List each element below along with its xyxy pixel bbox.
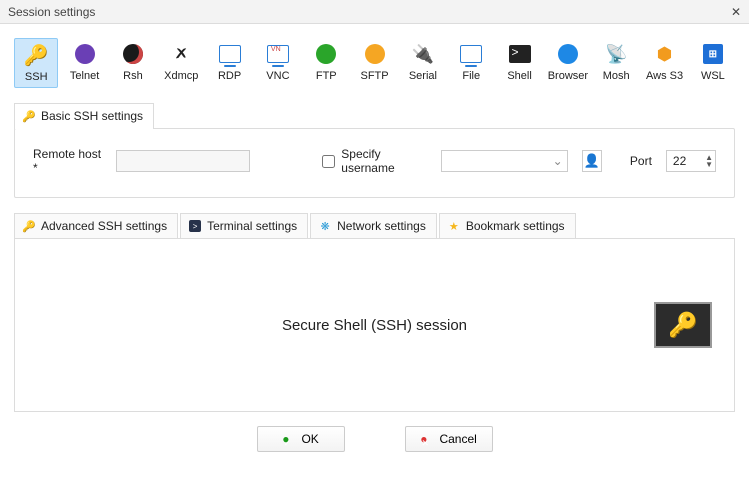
ftp-icon — [314, 42, 338, 66]
sftp-icon — [363, 42, 387, 66]
protocol-serial[interactable]: 🔌 Serial — [401, 38, 445, 88]
protocol-label: WSL — [701, 70, 725, 82]
protocol-label: VNC — [266, 70, 289, 82]
specify-username-check[interactable]: Specify username — [322, 147, 427, 175]
advanced-tab-icon: 🔑 — [23, 220, 35, 232]
ok-button[interactable]: ● ✓ OK — [257, 426, 345, 452]
awss3-icon: ⬢ — [653, 42, 677, 66]
protocol-browser[interactable]: Browser — [546, 38, 590, 88]
specify-username-checkbox[interactable] — [322, 155, 335, 168]
session-key-badge: 🔑 — [654, 302, 712, 348]
protocol-xdmcp[interactable]: 🗶 Xdmcp — [159, 38, 203, 88]
tab-basic-ssh-settings[interactable]: 🔑 Basic SSH settings — [14, 103, 154, 129]
protocol-label: SSH — [25, 71, 48, 83]
vnc-icon: VN — [266, 42, 290, 66]
protocol-label: RDP — [218, 70, 241, 82]
dialog-button-row: ● ✓ OK ● ✕ Cancel — [14, 426, 735, 452]
tab-network[interactable]: ❋ Network settings — [310, 213, 437, 239]
protocol-vnc[interactable]: VN VNC — [256, 38, 300, 88]
mosh-icon: 📡 — [604, 42, 628, 66]
protocol-rdp[interactable]: RDP — [207, 38, 251, 88]
file-icon — [459, 42, 483, 66]
cancel-button-label: Cancel — [439, 432, 476, 446]
protocol-shell[interactable]: Shell — [497, 38, 541, 88]
protocol-label: SFTP — [361, 70, 389, 82]
tab-label: Network settings — [337, 219, 426, 233]
key-icon: 🔑 — [668, 311, 698, 340]
browser-icon — [556, 42, 580, 66]
network-tab-icon: ❋ — [319, 220, 331, 232]
tab-label: Advanced SSH settings — [41, 219, 167, 233]
protocol-ssh[interactable]: 🔑 SSH — [14, 38, 58, 88]
rdp-icon — [218, 42, 242, 66]
settings-tab-strip: 🔑 Advanced SSH settings > Terminal settings… — [14, 212, 735, 238]
bookmark-tab-icon: ★ — [448, 220, 460, 232]
tab-label: Terminal settings — [207, 219, 297, 233]
protocol-rsh[interactable]: Rsh — [111, 38, 155, 88]
protocol-label: Mosh — [603, 70, 630, 82]
title-bar: Session settings ✕ — [0, 0, 749, 24]
protocol-label: Xdmcp — [164, 70, 198, 82]
spinner-arrows-icon[interactable]: ▲▼ — [705, 154, 713, 168]
port-spinner[interactable]: 22 ▲▼ — [666, 150, 716, 172]
session-description-panel: Secure Shell (SSH) session 🔑 — [14, 238, 735, 412]
protocol-wsl[interactable]: ⊞ WSL — [691, 38, 735, 88]
terminal-tab-icon: > — [189, 220, 201, 232]
protocol-telnet[interactable]: Telnet — [62, 38, 106, 88]
close-icon[interactable]: ✕ — [731, 5, 741, 19]
serial-icon: 🔌 — [411, 42, 435, 66]
remote-host-label: Remote host * — [33, 147, 102, 175]
port-label: Port — [630, 154, 652, 168]
user-picker-button[interactable]: 👤 — [582, 150, 602, 172]
tab-bookmark[interactable]: ★ Bookmark settings — [439, 213, 576, 239]
wsl-icon: ⊞ — [701, 42, 725, 66]
protocol-label: File — [462, 70, 480, 82]
protocol-toolbar: 🔑 SSH Telnet Rsh 🗶 Xdmcp RDP VN VNC FTP SFTP 🔌 Seria… — [14, 38, 735, 88]
username-combo[interactable]: ⌄ — [441, 150, 568, 172]
basic-settings-panel: Remote host * Specify username ⌄ 👤 Port … — [14, 128, 735, 198]
key-icon: 🔑 — [23, 110, 35, 122]
xdmcp-icon: 🗶 — [169, 42, 193, 66]
window-title: Session settings — [8, 5, 95, 19]
ssh-icon: 🔑 — [24, 43, 48, 67]
settings-tabs-section: 🔑 Advanced SSH settings > Terminal settings… — [14, 212, 735, 412]
protocol-label: Serial — [409, 70, 437, 82]
protocol-label: Aws S3 — [646, 70, 683, 82]
person-icon: 👤 — [584, 153, 600, 169]
protocol-label: Browser — [548, 70, 588, 82]
protocol-file[interactable]: File — [449, 38, 493, 88]
tab-terminal[interactable]: > Terminal settings — [180, 213, 308, 239]
tab-label: Bookmark settings — [466, 219, 565, 233]
protocol-mosh[interactable]: 📡 Mosh — [594, 38, 638, 88]
protocol-awss3[interactable]: ⬢ Aws S3 — [642, 38, 686, 88]
session-description: Secure Shell (SSH) session — [282, 317, 467, 334]
protocol-ftp[interactable]: FTP — [304, 38, 348, 88]
protocol-sftp[interactable]: SFTP — [352, 38, 396, 88]
protocol-label: Telnet — [70, 70, 99, 82]
dialog-content: 🔑 SSH Telnet Rsh 🗶 Xdmcp RDP VN VNC FTP SFTP 🔌 Seria… — [0, 24, 749, 460]
protocol-label: Rsh — [123, 70, 143, 82]
tab-label: Basic SSH settings — [41, 109, 143, 123]
chevron-down-icon: ⌄ — [553, 154, 563, 168]
ok-button-label: OK — [301, 432, 318, 446]
cancel-button[interactable]: ● ✕ Cancel — [405, 426, 493, 452]
protocol-label: Shell — [507, 70, 531, 82]
basic-settings-section: 🔑 Basic SSH settings Remote host * Speci… — [14, 102, 735, 198]
rsh-icon — [121, 42, 145, 66]
remote-host-input[interactable] — [116, 150, 250, 172]
specify-username-label: Specify username — [341, 147, 427, 175]
telnet-icon — [73, 42, 97, 66]
port-value: 22 — [673, 154, 686, 168]
protocol-label: FTP — [316, 70, 337, 82]
tab-advanced[interactable]: 🔑 Advanced SSH settings — [14, 213, 178, 239]
shell-icon — [508, 42, 532, 66]
